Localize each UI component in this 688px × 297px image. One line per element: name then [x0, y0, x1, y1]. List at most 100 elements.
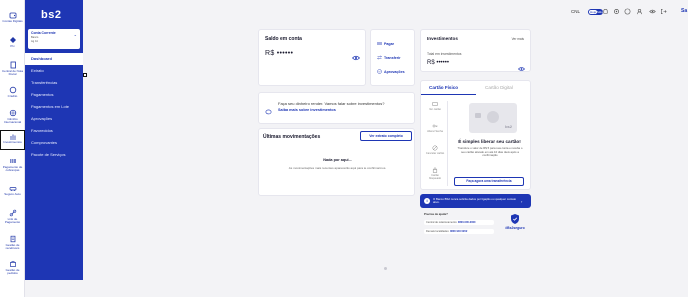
- empty-state-text: As movimentações mais recentes aparecerã…: [288, 166, 387, 170]
- pix-icon: [8, 35, 17, 44]
- rail-item-credito[interactable]: Crédito: [0, 85, 25, 98]
- help-phone: 0800-000-0000: [457, 221, 476, 224]
- menu-item-extrato[interactable]: Extrato: [25, 65, 83, 77]
- recent-transactions-card: Últimas movimentações Ver extrato comple…: [258, 128, 415, 196]
- full-statement-button[interactable]: Ver extrato completo: [360, 131, 412, 141]
- account-title: Conta Corrente: [31, 31, 56, 35]
- coin-icon: [8, 85, 17, 94]
- rail-label: Gestão de recebíveis: [5, 243, 20, 251]
- approvals-action[interactable]: Aprovações: [377, 69, 405, 74]
- rail-item-nota-fiscal[interactable]: Central de Nota Fiscal: [0, 60, 25, 77]
- topbar: CNL Hoje Mês Sa: [83, 0, 688, 26]
- eye-icon[interactable]: [352, 48, 360, 61]
- menu-item-transferencias[interactable]: Transferências: [25, 77, 83, 89]
- card-chip: [475, 113, 481, 118]
- option-change-password[interactable]: Alterar Senha: [425, 123, 445, 145]
- security-banner[interactable]: i O Banco BS2 nunca solicita dados por l…: [420, 194, 531, 208]
- option-cancel-card[interactable]: Cancelar cartão: [425, 145, 445, 167]
- key-icon: [432, 123, 438, 129]
- balance-card: Saldo em conta R$ ••••••: [258, 29, 366, 86]
- menu-item-comprovantes[interactable]: Comprovantes: [25, 137, 83, 149]
- option-label: Cancelar cartão: [425, 152, 445, 155]
- rail-item-investimentos[interactable]: Investimentos: [0, 130, 25, 150]
- help-row-central[interactable]: Central de relacionamento: 0800-000-0000: [424, 220, 494, 225]
- rail-label: Pagamento de cobranças: [2, 165, 23, 173]
- scroll-dot: [384, 267, 387, 270]
- app-root: Contas Digitais Pix Central de Nota Fisc…: [0, 0, 688, 297]
- period-toggle[interactable]: Hoje Mês: [588, 9, 603, 15]
- wallet-icon: [8, 10, 17, 19]
- investments-more-link[interactable]: Ver mais: [512, 37, 524, 41]
- account-row-2: Ag Cc: [31, 40, 39, 43]
- eye-icon[interactable]: [518, 59, 525, 71]
- investments-value: R$ ••••••: [427, 60, 449, 66]
- lock-icon: [432, 167, 438, 173]
- logo: bs2: [41, 9, 62, 21]
- eye-icon[interactable]: [649, 8, 656, 15]
- option-view-card[interactable]: Ver cartão: [425, 101, 445, 123]
- rail-label: Central de Nota Fiscal: [1, 69, 23, 77]
- rail-item-contas[interactable]: Contas Digitais: [0, 10, 25, 23]
- transactions-title: Últimas movimentações: [263, 134, 321, 140]
- chevron-down-icon: ⌄: [73, 32, 77, 37]
- rail-item-pedidos[interactable]: Gestão de pedidos: [0, 259, 25, 276]
- rail-label: Contas Digitais: [2, 19, 23, 23]
- rail-item-cobrancas[interactable]: Pagamento de cobranças: [0, 156, 25, 173]
- user-icon[interactable]: [636, 8, 643, 15]
- card-icon: [432, 101, 438, 107]
- action-label: Pagar: [384, 41, 394, 46]
- empty-state-title: Nada por aqui...: [323, 158, 352, 162]
- make-transfer-button[interactable]: Faça agora uma transferência: [454, 177, 524, 186]
- gear-icon[interactable]: [613, 8, 620, 15]
- account-selector[interactable]: Conta Corrente Banco Ag Cc ⌄: [28, 29, 80, 49]
- card-brand: bs2: [505, 124, 512, 129]
- toggle-option-right[interactable]: Mês: [597, 10, 603, 14]
- menu-item-pagamentos-lote[interactable]: Pagamentos em Lote: [25, 101, 83, 113]
- menu-item-pagamentos[interactable]: Pagamentos: [25, 89, 83, 101]
- document-icon: [8, 60, 17, 69]
- rail-item-seguro-auto[interactable]: Seguro Auto: [0, 183, 25, 196]
- box-icon: [8, 259, 17, 268]
- help-label: Demais localidades:: [426, 230, 450, 233]
- card-emblem: [487, 111, 499, 123]
- transfer-icon: [377, 55, 382, 60]
- option-label: Cartão bloqueado: [428, 174, 442, 180]
- tagline-text: #Bs2seguro: [505, 226, 525, 230]
- tab-physical-card[interactable]: Cartão Físico: [429, 85, 458, 90]
- menu-item-favorecidos[interactable]: Favorecidos: [25, 125, 83, 137]
- menu-item-aprovacoes[interactable]: Aprovações: [25, 113, 83, 125]
- transfer-action[interactable]: Transferir: [377, 55, 401, 60]
- rail-item-link-pagamento[interactable]: Link de Pagamento: [0, 208, 25, 225]
- collapse-handle[interactable]: [83, 73, 87, 77]
- rail-item-cambio[interactable]: Câmbio Internacional: [0, 108, 25, 125]
- rail-label: Crédito: [7, 94, 18, 98]
- user-name[interactable]: Sa: [681, 8, 687, 14]
- account-row-1: Banco: [31, 36, 39, 39]
- rail-label: Investimentos: [3, 140, 22, 144]
- chevron-right-icon: ›: [521, 198, 523, 204]
- option-label: Ver cartão: [429, 108, 441, 111]
- rail-label: Câmbio Internacional: [3, 117, 22, 125]
- pay-action[interactable]: Pagar: [377, 41, 394, 46]
- rail-item-recebiveis[interactable]: Gestão de recebíveis: [0, 234, 25, 251]
- rail-item-pix[interactable]: Pix: [0, 35, 25, 48]
- option-blocked-card[interactable]: Cartão bloqueado: [425, 167, 445, 189]
- bell-icon[interactable]: [602, 8, 609, 15]
- help-phone: 0800 940 0202: [449, 230, 468, 233]
- menu-item-dashboard[interactable]: Dashboard: [25, 53, 83, 65]
- company-code: CNL: [571, 9, 581, 14]
- investment-promo-card: Faça seu dinheiro render. Vamos falar so…: [258, 92, 415, 124]
- balance-value: R$ ••••••: [265, 50, 294, 57]
- toggle-option-left[interactable]: Hoje: [589, 10, 598, 14]
- card-options: Ver cartão Alterar Senha Cancelar cartão…: [425, 101, 445, 189]
- info-icon: i: [424, 198, 430, 204]
- promo-link[interactable]: Saiba mais sobre investimentos: [278, 108, 336, 112]
- help-section: Precisa de ajuda? Central de relacioname…: [424, 212, 494, 234]
- menu-item-pacote-servicos[interactable]: Pacote de Serviços: [25, 149, 83, 161]
- help-row-others[interactable]: Demais localidades: 0800 940 0202: [424, 229, 494, 234]
- help-icon[interactable]: [624, 8, 631, 15]
- active-tab-indicator: [421, 94, 476, 95]
- logout-icon[interactable]: [660, 8, 667, 15]
- link-icon: [8, 208, 17, 217]
- tab-digital-card[interactable]: Cartão Digital: [485, 85, 513, 90]
